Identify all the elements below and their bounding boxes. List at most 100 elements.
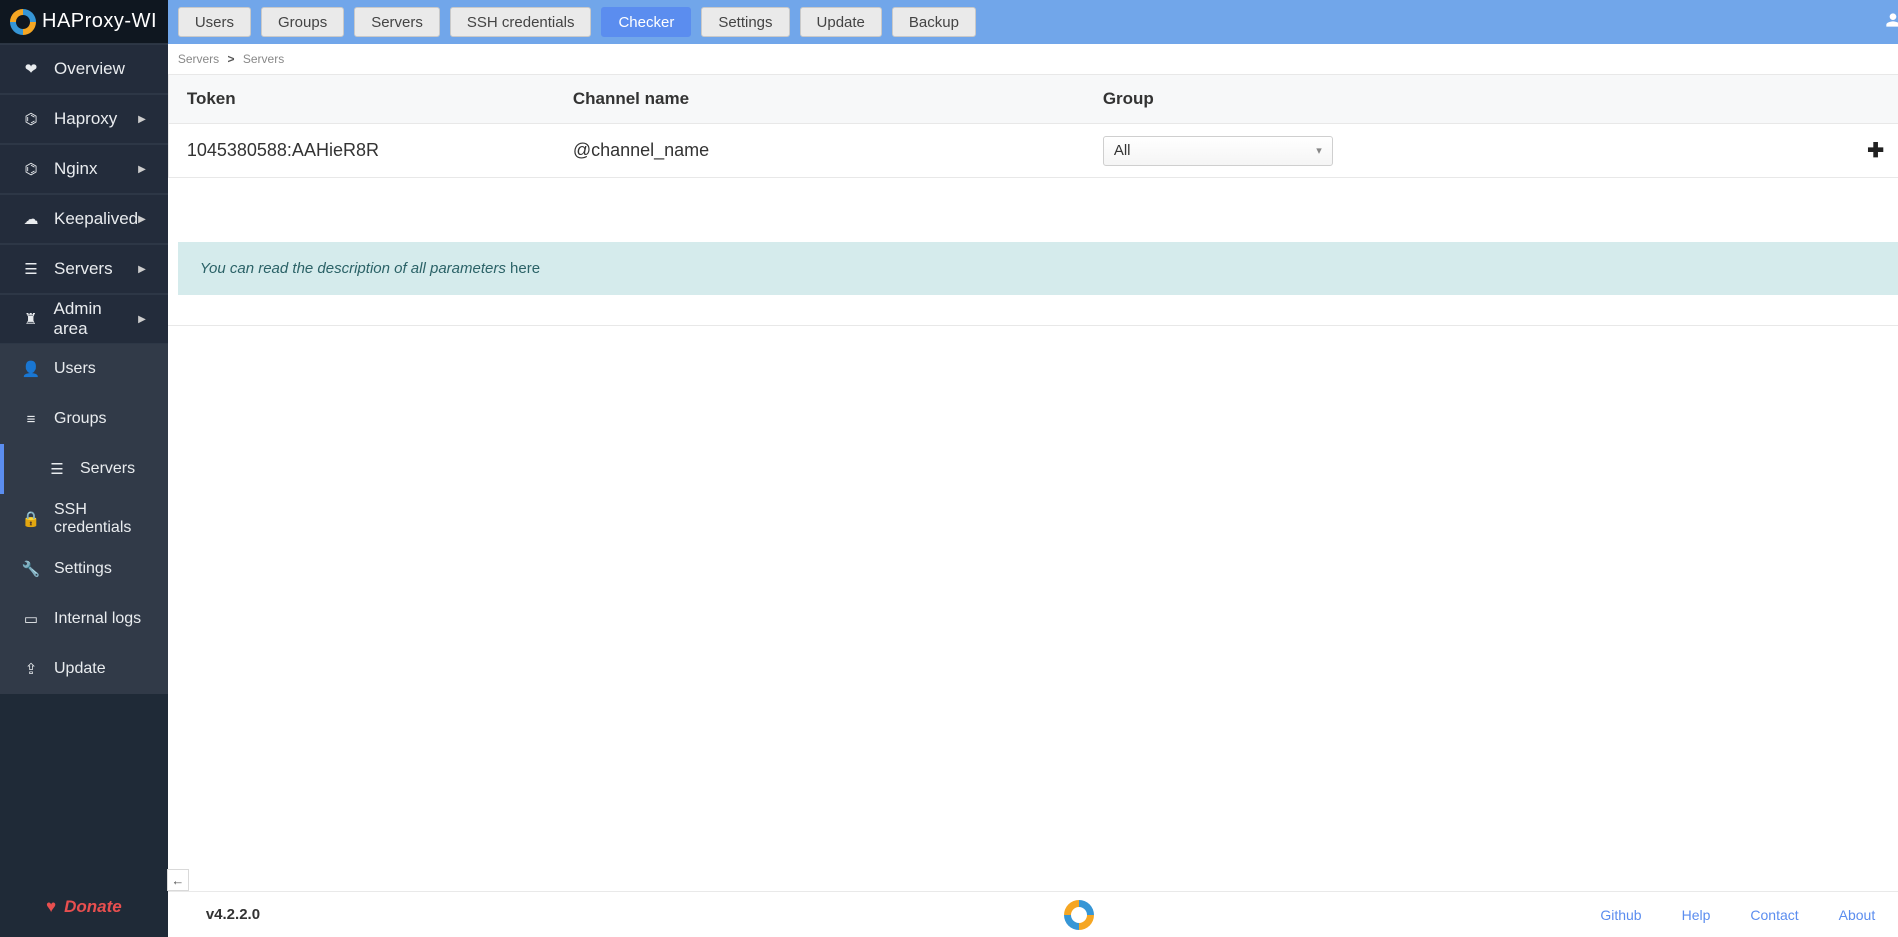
cell-group: All — [1099, 136, 1649, 166]
footer-link-help[interactable]: Help — [1682, 907, 1711, 923]
chevron-right-icon: ▶ — [138, 164, 146, 175]
heart-icon: ♥ — [46, 897, 56, 917]
brand-text: HAProxy-WI — [42, 10, 157, 33]
breadcrumb: Servers > Servers — [168, 44, 1898, 74]
table-header-row: Token Channel name Group — [169, 75, 1898, 123]
plus-icon[interactable]: ✚ — [1867, 138, 1884, 163]
sidebar-sub-nested: ☰ Servers — [0, 444, 168, 494]
sidebar-sub-label: Users — [54, 360, 96, 378]
brand-row[interactable]: HAProxy-WI — [0, 0, 168, 44]
footer-link-about[interactable]: About — [1839, 907, 1876, 923]
log-icon: ▭ — [22, 610, 40, 628]
topbar: Users Groups Servers SSH credentials Che… — [168, 0, 1898, 44]
tab-update[interactable]: Update — [800, 7, 882, 37]
footer-link-github[interactable]: Github — [1600, 907, 1641, 923]
sidebar-item-admin-area[interactable]: ♜ Admin area ▶ — [0, 294, 168, 344]
sidebar-sub-label: Groups — [54, 410, 106, 428]
tab-label: Servers — [371, 14, 423, 31]
th-channel: Channel name — [569, 89, 1099, 109]
sidebar-collapse-button[interactable]: ← — [167, 869, 189, 891]
checker-table: Token Channel name Group 1045380588:AAHi… — [168, 74, 1898, 178]
tab-label: Backup — [909, 14, 959, 31]
table-row: 1045380588:AAHieR8R @channel_name All ✚ … — [169, 123, 1898, 177]
tip-link[interactable]: here — [510, 260, 540, 277]
cloud-icon: ☁ — [22, 210, 40, 228]
sidebar-nav: ❤ Overview ⌬ Haproxy ▶ ⌬ Nginx ▶ ☁ Keepa… — [0, 44, 168, 694]
logout-link[interactable]: Logout — [1885, 11, 1898, 33]
separator — [168, 325, 1898, 326]
network-icon: ⌬ — [22, 160, 40, 178]
topbar-tabs: Users Groups Servers SSH credentials Che… — [178, 7, 976, 37]
sidebar-item-overview[interactable]: ❤ Overview — [0, 44, 168, 94]
sidebar-label: Haproxy — [54, 109, 117, 129]
sidebar-sub-servers[interactable]: ☰ Servers — [0, 444, 168, 494]
sidebar-sub-update[interactable]: ⇪ Update — [0, 644, 168, 694]
breadcrumb-root[interactable]: Servers — [178, 52, 219, 66]
add-row: + Add — [168, 178, 1898, 242]
th-token: Token — [169, 89, 569, 109]
tab-label: Checker — [618, 14, 674, 31]
cell-token: 1045380588:AAHieR8R — [169, 140, 569, 161]
sidebar-sub-settings[interactable]: 🔧 Settings — [0, 544, 168, 594]
wrench-icon: 🔧 — [22, 560, 40, 578]
group-select-value: All — [1114, 142, 1131, 159]
tab-servers[interactable]: Servers — [354, 7, 440, 37]
brand-logo-icon — [10, 9, 36, 35]
sidebar-sub-ssh[interactable]: 🔒 SSH credentials — [0, 494, 168, 544]
chevron-right-icon: ▶ — [138, 314, 146, 325]
heartbeat-icon: ❤ — [22, 60, 40, 78]
sidebar-label: Overview — [54, 59, 125, 79]
info-tip: You can read the description of all para… — [178, 242, 1898, 295]
donate-label: Donate — [64, 897, 122, 917]
chevron-right-icon: ▶ — [138, 114, 146, 125]
footer-links: Github Help Contact About Cloud — [1600, 907, 1898, 923]
table-body: 1045380588:AAHieR8R @channel_name All ✚ … — [169, 123, 1898, 177]
chevron-right-icon: ▶ — [138, 214, 146, 225]
sidebar-label: Nginx — [54, 159, 97, 179]
lock-icon: 🔒 — [22, 510, 40, 528]
tab-groups[interactable]: Groups — [261, 7, 344, 37]
user-icon — [1885, 12, 1898, 33]
sidebar-item-keepalived[interactable]: ☁ Keepalived ▶ — [0, 194, 168, 244]
breadcrumb-current: Servers — [243, 52, 284, 66]
tab-users[interactable]: Users — [178, 7, 251, 37]
chevron-right-icon: ▶ — [138, 264, 146, 275]
donate-link[interactable]: ♥ Donate — [0, 877, 168, 937]
sidebar-sub-internal-logs[interactable]: ▭ Internal logs — [0, 594, 168, 644]
tab-checker[interactable]: Checker — [601, 7, 691, 37]
user-plus-icon: 👤 — [22, 360, 40, 378]
sidebar-sub-label: Update — [54, 660, 106, 678]
sidebar-sub-groups[interactable]: ≡ Groups — [0, 394, 168, 444]
tab-label: Update — [817, 14, 865, 31]
tab-backup[interactable]: Backup — [892, 7, 976, 37]
footer-link-contact[interactable]: Contact — [1750, 907, 1798, 923]
sidebar-sub-label: Servers — [80, 460, 135, 478]
main-area: Users Groups Servers SSH credentials Che… — [168, 0, 1898, 937]
sidebar-sub-users[interactable]: 👤 Users — [0, 344, 168, 394]
network-icon: ⌬ — [22, 110, 40, 128]
version-label: v4.2.2.0 — [206, 906, 260, 923]
cell-channel: @channel_name — [569, 140, 1099, 161]
sidebar-item-nginx[interactable]: ⌬ Nginx ▶ — [0, 144, 168, 194]
tab-label: SSH credentials — [467, 14, 575, 31]
tab-label: Users — [195, 14, 234, 31]
tab-ssh-credentials[interactable]: SSH credentials — [450, 7, 592, 37]
sidebar-label: Servers — [54, 259, 113, 279]
servers-icon: ☰ — [48, 460, 66, 478]
group-select[interactable]: All — [1103, 136, 1333, 166]
tip-text: You can read the description of all para… — [200, 260, 510, 277]
sidebar-label: Admin area — [54, 299, 139, 339]
sidebar-sub-label: Internal logs — [54, 610, 141, 628]
footer: v4.2.2.0 Github Help Contact About Cloud — [168, 891, 1898, 937]
sidebar-sub-label: SSH credentials — [54, 501, 146, 537]
sidebar-item-servers[interactable]: ☰ Servers ▶ — [0, 244, 168, 294]
lines-icon: ≡ — [22, 410, 40, 428]
tab-settings[interactable]: Settings — [701, 7, 789, 37]
tab-label: Groups — [278, 14, 327, 31]
cell-actions: ✚ ✖ — [1649, 138, 1898, 163]
footer-logo-icon — [1064, 900, 1094, 930]
sidebar-label: Keepalived — [54, 209, 138, 229]
breadcrumb-sep: > — [228, 52, 235, 66]
sidebar-sub-label: Settings — [54, 560, 112, 578]
sidebar-item-haproxy[interactable]: ⌬ Haproxy ▶ — [0, 94, 168, 144]
